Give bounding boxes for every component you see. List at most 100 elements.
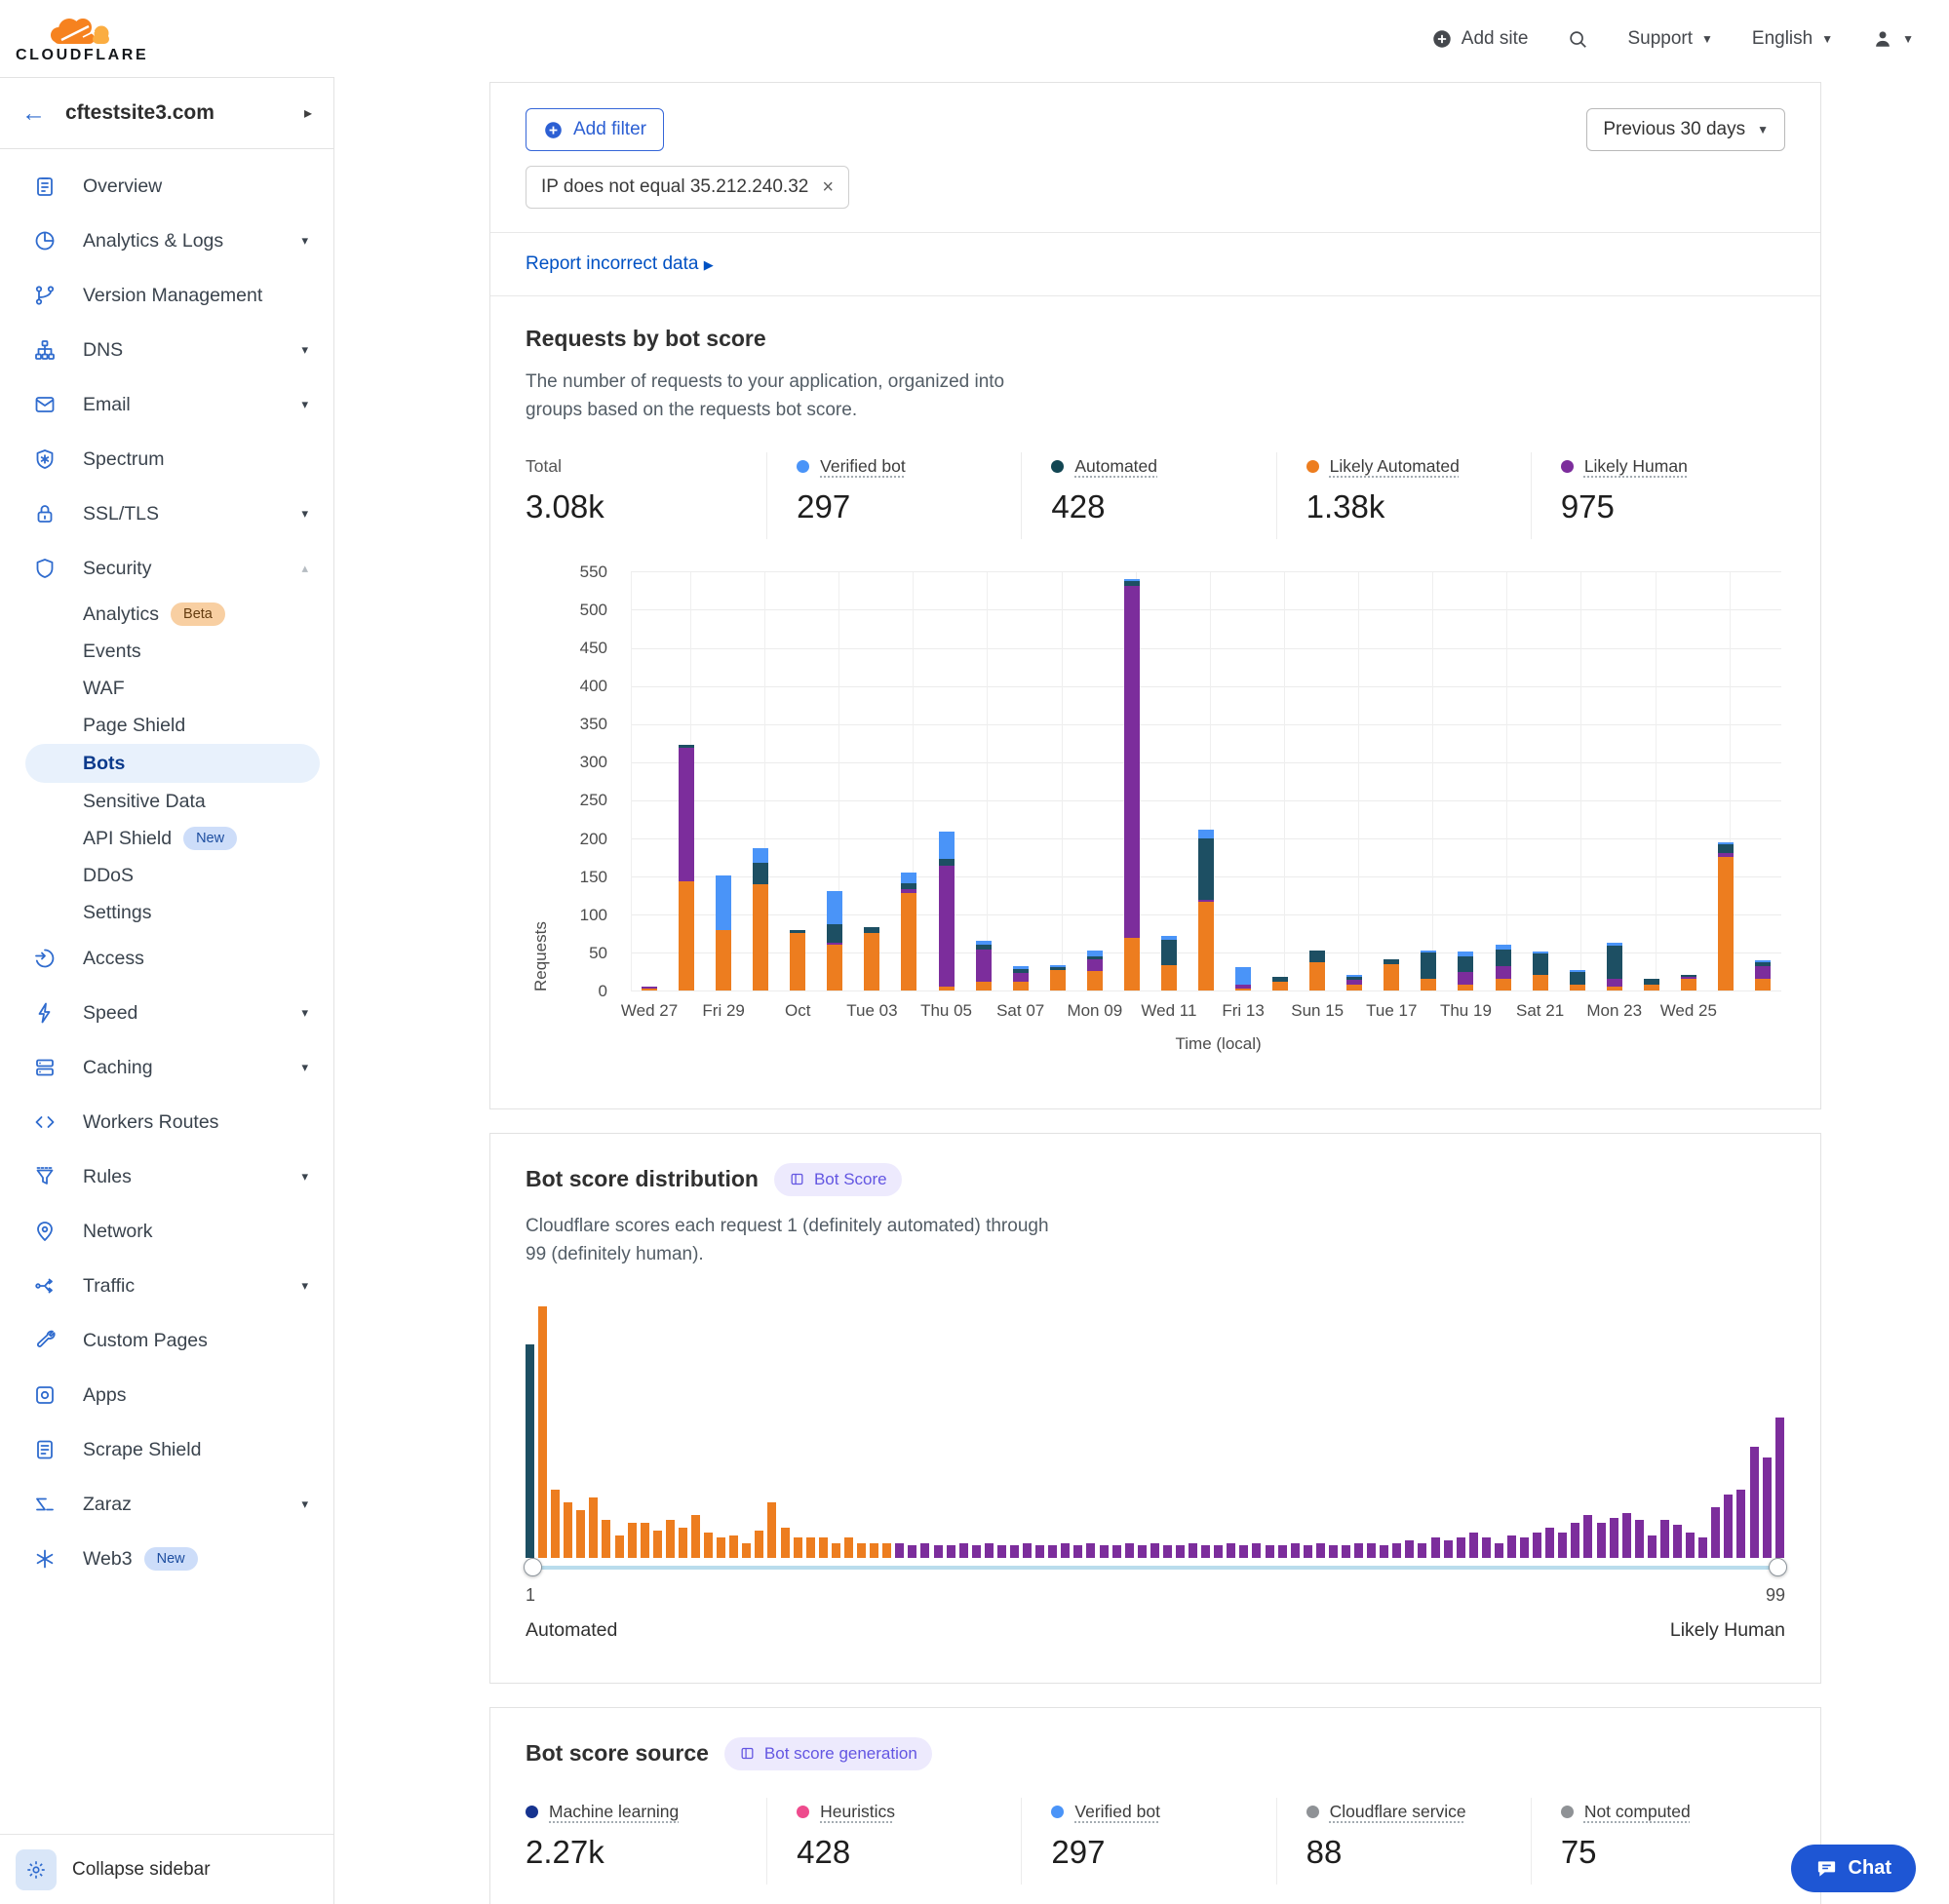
sidebar-item-analytics[interactable]: AnalyticsBeta [0, 596, 333, 633]
sidebar-item-settings[interactable]: Settings [0, 894, 333, 931]
sidebar-item-web3[interactable]: Web3New [0, 1532, 333, 1586]
sidebar-item-network[interactable]: Network [0, 1204, 333, 1259]
sidebar-item-spectrum[interactable]: Spectrum [0, 432, 333, 486]
report-incorrect-data-link[interactable]: Report incorrect data ▶ [526, 253, 714, 274]
chart-bar-fri-20 [1496, 945, 1511, 991]
gridline-v [1506, 572, 1507, 991]
bar-segment-likely-human [679, 748, 694, 881]
legend-dot [1051, 1806, 1064, 1818]
stat-label[interactable]: Likely Automated [1330, 456, 1460, 477]
bar-segment-likely-automated [976, 982, 992, 991]
collapse-sidebar-button[interactable]: Collapse sidebar [72, 1859, 211, 1881]
sidebar-item-custom-pages[interactable]: Custom Pages [0, 1313, 333, 1368]
source-card: Bot score source Bot score generation Ma… [489, 1707, 1821, 1904]
stat-label[interactable]: Verified bot [1074, 1802, 1160, 1822]
hist-bar-score-81 [1545, 1528, 1554, 1558]
sidebar-item-overview[interactable]: Overview [0, 159, 333, 214]
sidebar-item-label: Network [83, 1221, 153, 1243]
support-menu[interactable]: Support▼ [1627, 28, 1712, 50]
sidebar-item-label: Web3 [83, 1548, 133, 1571]
hist-bar-score-68 [1380, 1545, 1388, 1558]
hist-bar-score-56 [1227, 1543, 1235, 1558]
sidebar-item-rules[interactable]: Rules▾ [0, 1149, 333, 1204]
source-stat-cloudflare-service: Cloudflare service88 [1276, 1798, 1531, 1885]
chevron-right-icon[interactable]: ▸ [304, 103, 312, 123]
slider-handle-min[interactable] [524, 1558, 542, 1576]
badge-new: New [183, 827, 237, 850]
traffic-split-icon [33, 1274, 57, 1298]
language-menu[interactable]: English▼ [1752, 28, 1833, 50]
sidebar-item-ssl-tls[interactable]: SSL/TLS▾ [0, 486, 333, 541]
add-site-button[interactable]: Add site [1431, 28, 1529, 50]
slider-track[interactable] [526, 1566, 1785, 1570]
stat-label[interactable]: Cloudflare service [1330, 1802, 1466, 1822]
chart-bar-mon-23 [1607, 943, 1622, 991]
bar-segment-likely-automated [679, 881, 694, 991]
sidebar-item-api-shield[interactable]: API ShieldNew [0, 820, 333, 857]
sidebar-item-zaraz[interactable]: Zaraz▾ [0, 1477, 333, 1532]
hist-bar-score-88 [1635, 1520, 1644, 1558]
remove-filter-icon[interactable]: × [822, 177, 834, 197]
bar-segment-automated [1198, 838, 1214, 900]
date-range-button[interactable]: Previous 30 days▼ [1586, 108, 1785, 151]
bar-segment-verified-bot [1235, 967, 1251, 985]
hist-bar-score-7 [602, 1520, 610, 1558]
sidebar-item-waf[interactable]: WAF [0, 670, 333, 707]
sidebar-item-speed[interactable]: Speed▾ [0, 986, 333, 1040]
source-stat-heuristics: Heuristics428 [766, 1798, 1021, 1885]
sidebar-item-apps[interactable]: Apps [0, 1368, 333, 1422]
sidebar-item-traffic[interactable]: Traffic▾ [0, 1259, 333, 1313]
document-icon [33, 1438, 57, 1461]
hist-bar-score-84 [1583, 1515, 1592, 1558]
sidebar-item-version-management[interactable]: Version Management [0, 268, 333, 323]
account-menu[interactable]: ▼ [1872, 28, 1914, 50]
sidebar-item-ddos[interactable]: DDoS [0, 857, 333, 894]
cloudflare-logo[interactable]: CLOUDFLARE [16, 14, 148, 64]
stat-label: Total [526, 456, 562, 477]
filter-chip[interactable]: IP does not equal 35.212.240.32 × [526, 166, 849, 209]
sidebar-item-label: WAF [83, 678, 125, 700]
hist-bar-score-74 [1457, 1537, 1465, 1558]
sidebar-item-security[interactable]: Security▴ [0, 541, 333, 596]
sidebar-item-sensitive-data[interactable]: Sensitive Data [0, 783, 333, 820]
add-filter-button[interactable]: Add filter [526, 108, 664, 151]
x-tick-label: Wed 27 [621, 1001, 678, 1021]
chevron-down-icon: ▾ [301, 1005, 308, 1021]
map-pin-icon [33, 1220, 57, 1243]
stat-label[interactable]: Verified bot [820, 456, 906, 477]
back-arrow-icon[interactable]: ← [21, 99, 46, 128]
bot-score-doc-badge[interactable]: Bot Score [774, 1163, 902, 1196]
chat-bubble-icon [1815, 1857, 1838, 1880]
sidebar-item-label: Access [83, 948, 144, 970]
sidebar-item-scrape-shield[interactable]: Scrape Shield [0, 1422, 333, 1477]
stat-label[interactable]: Automated [1074, 456, 1157, 477]
hist-bar-score-13 [679, 1528, 687, 1558]
hist-bar-score-16 [717, 1537, 725, 1558]
hist-bar-score-6 [589, 1497, 598, 1558]
sidebar-item-email[interactable]: Email▾ [0, 377, 333, 432]
legend-dot [797, 1806, 809, 1818]
chat-button[interactable]: Chat [1791, 1845, 1916, 1892]
search-button[interactable] [1567, 28, 1588, 50]
sidebar-item-analytics-logs[interactable]: Analytics & Logs▾ [0, 214, 333, 268]
sidebar-item-dns[interactable]: DNS▾ [0, 323, 333, 377]
sidebar-item-caching[interactable]: Caching▾ [0, 1040, 333, 1095]
stat-label[interactable]: Likely Human [1584, 456, 1688, 477]
sidebar-item-label: Caching [83, 1057, 153, 1079]
chart-bar-wed-25 [1681, 975, 1696, 991]
hist-bar-score-79 [1520, 1537, 1529, 1558]
slider-handle-max[interactable] [1769, 1558, 1787, 1576]
bot-score-generation-badge[interactable]: Bot score generation [724, 1737, 932, 1770]
y-axis-title: Requests [531, 572, 551, 991]
stat-label[interactable]: Not computed [1584, 1802, 1691, 1822]
section-description: The number of requests to your applicati… [526, 368, 1057, 425]
sidebar-item-bots[interactable]: Bots [25, 744, 320, 783]
hist-bar-score-8 [615, 1535, 624, 1558]
stat-label[interactable]: Heuristics [820, 1802, 895, 1822]
sidebar-item-workers-routes[interactable]: Workers Routes [0, 1095, 333, 1149]
settings-gear-button[interactable] [16, 1849, 57, 1890]
sidebar-item-page-shield[interactable]: Page Shield [0, 707, 333, 744]
sidebar-item-access[interactable]: Access [0, 931, 333, 986]
sidebar-item-events[interactable]: Events [0, 633, 333, 670]
stat-label[interactable]: Machine learning [549, 1802, 679, 1822]
